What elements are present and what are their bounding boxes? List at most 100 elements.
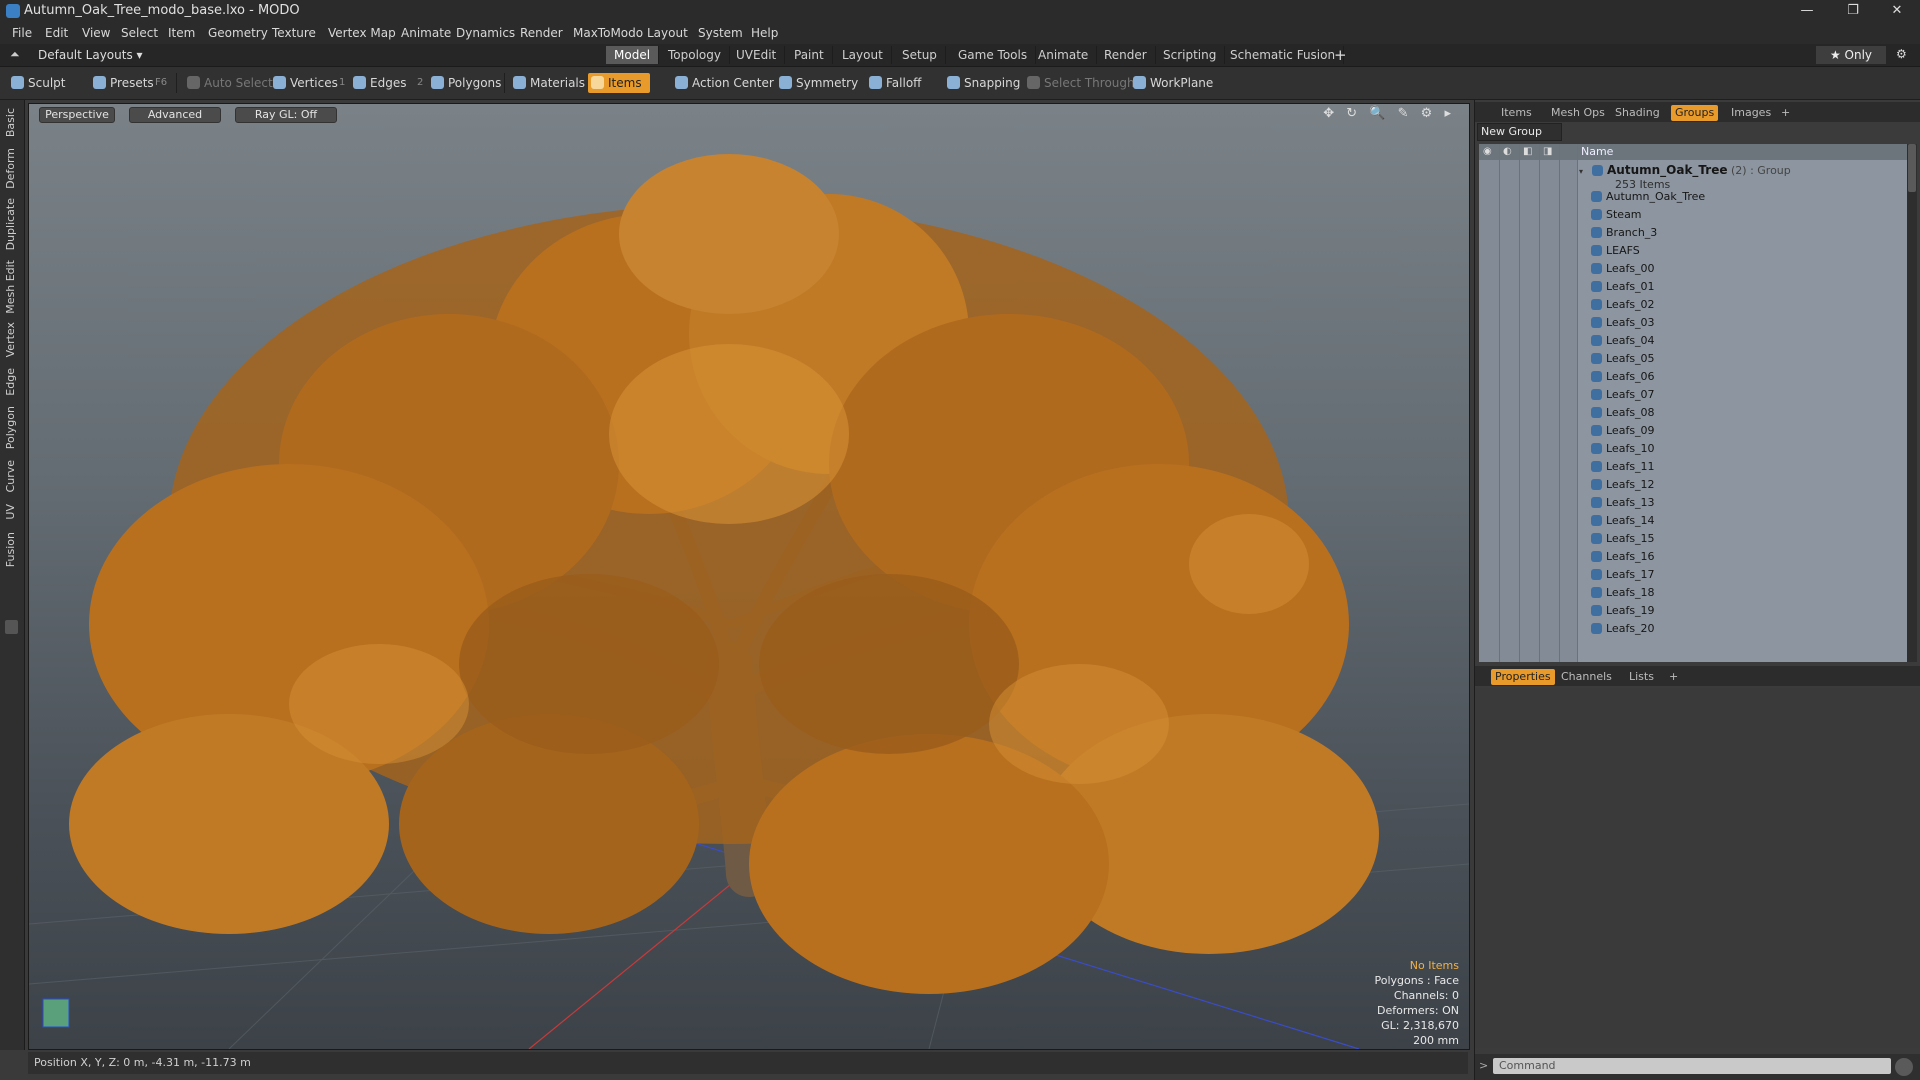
tab-shading[interactable]: Shading	[1615, 105, 1660, 121]
group-item-row[interactable]: Leafs_09	[1591, 422, 1655, 440]
side-panel-toggle[interactable]	[5, 620, 18, 634]
side-tab-deform[interactable]: Deform	[4, 148, 17, 189]
add-properties-tab-icon[interactable]: +	[1669, 669, 1678, 685]
group-item-row[interactable]: Leafs_10	[1591, 440, 1655, 458]
edges-button[interactable]: Edges	[350, 73, 406, 93]
tab-setup[interactable]: Setup	[894, 46, 946, 64]
workplane-button[interactable]: WorkPlane	[1130, 73, 1213, 93]
select-through-button[interactable]: Select Through	[1024, 73, 1135, 93]
tab-properties[interactable]: Properties	[1491, 669, 1555, 685]
side-tab-uv[interactable]: UV	[4, 504, 17, 520]
restore-button[interactable]: ❐	[1830, 0, 1876, 22]
tab-game-tools[interactable]: Game Tools	[950, 46, 1037, 64]
group-item-row[interactable]: Leafs_04	[1591, 332, 1655, 350]
tab-uvedit[interactable]: UVEdit	[728, 46, 786, 64]
tab-images[interactable]: Images	[1731, 105, 1771, 121]
layout-selector[interactable]: Default Layouts ▾	[38, 48, 143, 62]
tab-animate[interactable]: Animate	[1030, 46, 1098, 64]
tab-schematic-fusion[interactable]: Schematic Fusion	[1222, 46, 1345, 64]
tab-render[interactable]: Render	[1096, 46, 1156, 64]
menu-file[interactable]: File	[12, 26, 32, 40]
tab-paint[interactable]: Paint	[786, 46, 833, 64]
side-tab-edge[interactable]: Edge	[4, 368, 17, 396]
group-item-row[interactable]: Leafs_15	[1591, 530, 1655, 548]
side-tab-fusion[interactable]: Fusion	[4, 532, 17, 567]
tab-groups[interactable]: Groups	[1671, 105, 1719, 121]
add-tab-icon[interactable]: +	[1334, 46, 1347, 64]
shading-mode-button[interactable]: Advanced	[129, 107, 221, 123]
menu-animate[interactable]: Animate	[401, 26, 451, 40]
group-item-row[interactable]: Leafs_17	[1591, 566, 1655, 584]
menu-help[interactable]: Help	[751, 26, 778, 40]
tab-model[interactable]: Model	[606, 46, 660, 64]
sculpt-button[interactable]: Sculpt	[8, 73, 65, 93]
group-item-row[interactable]: Leafs_20	[1591, 620, 1655, 638]
side-tab-basic[interactable]: Basic	[4, 108, 17, 137]
items-button[interactable]: Items	[588, 73, 650, 93]
group-item-row[interactable]: Leafs_01	[1591, 278, 1655, 296]
raygl-button[interactable]: Ray GL: Off	[235, 107, 337, 123]
menu-texture[interactable]: Texture	[272, 26, 316, 40]
menu-vertex-map[interactable]: Vertex Map	[328, 26, 396, 40]
menu-render[interactable]: Render	[520, 26, 563, 40]
viewport-nav-icons[interactable]: ✥ ↻ 🔍 ✎ ⚙ ▸	[1323, 106, 1455, 121]
group-item-row[interactable]: Leafs_02	[1591, 296, 1655, 314]
group-item-row[interactable]: Leafs_12	[1591, 476, 1655, 494]
eye-icon[interactable]: ◉	[1483, 146, 1492, 157]
group-item-row[interactable]: Steam	[1591, 206, 1642, 224]
tab-topology[interactable]: Topology	[660, 46, 730, 64]
group-item-row[interactable]: Leafs_19	[1591, 602, 1655, 620]
group-item-row[interactable]: Leafs_07	[1591, 386, 1655, 404]
materials-button[interactable]: Materials	[510, 73, 585, 93]
group-item-row[interactable]: Leafs_05	[1591, 350, 1655, 368]
group-item-row[interactable]: Leafs_08	[1591, 404, 1655, 422]
symmetry-button[interactable]: Symmetry	[776, 73, 858, 93]
group-item-row[interactable]: LEAFS	[1591, 242, 1640, 260]
group-item-row[interactable]: Leafs_00	[1591, 260, 1655, 278]
only-toggle[interactable]: ★ Only	[1816, 46, 1886, 64]
tab-layout[interactable]: Layout	[834, 46, 892, 64]
group-item-row[interactable]: Leafs_18	[1591, 584, 1655, 602]
collapse-icon[interactable]: ▾	[1579, 163, 1586, 181]
menu-item[interactable]: Item	[168, 26, 195, 40]
group-item-row[interactable]: Leafs_03	[1591, 314, 1655, 332]
menu-layout[interactable]: Layout	[647, 26, 688, 40]
close-button[interactable]: ✕	[1874, 0, 1920, 22]
menu-view[interactable]: View	[82, 26, 110, 40]
command-input[interactable]: Command	[1493, 1058, 1891, 1074]
scrollbar-thumb[interactable]	[1908, 144, 1916, 192]
menu-dynamics[interactable]: Dynamics	[456, 26, 515, 40]
menu-select[interactable]: Select	[121, 26, 158, 40]
action-center-button[interactable]: Action Center	[672, 73, 774, 93]
select-icon[interactable]: ◨	[1543, 146, 1552, 157]
group-row[interactable]: ▾ Autumn_Oak_Tree (2) : Group	[1579, 161, 1791, 179]
groups-scrollbar[interactable]	[1907, 144, 1917, 662]
auto-select-button[interactable]: Auto Select	[184, 73, 273, 93]
render-icon[interactable]: ◧	[1523, 146, 1532, 157]
minimize-button[interactable]: —	[1784, 0, 1830, 22]
side-tab-duplicate[interactable]: Duplicate	[4, 198, 17, 250]
side-tab-polygon[interactable]: Polygon	[4, 406, 17, 449]
tab-channels[interactable]: Channels	[1561, 669, 1612, 685]
menu-geometry[interactable]: Geometry	[208, 26, 268, 40]
falloff-button[interactable]: Falloff	[866, 73, 921, 93]
gear-icon[interactable]: ⚙	[1896, 47, 1907, 61]
command-history-button[interactable]	[1895, 1058, 1913, 1076]
new-group-button[interactable]: New Group	[1477, 123, 1562, 141]
group-item-row[interactable]: Leafs_11	[1591, 458, 1655, 476]
snapping-button[interactable]: Snapping	[944, 73, 1020, 93]
side-tab-vertex[interactable]: Vertex	[4, 322, 17, 357]
3d-viewport[interactable]: Perspective Advanced Ray GL: Off ✥ ↻ 🔍 ✎…	[28, 103, 1470, 1050]
group-item-row[interactable]: Branch_3	[1591, 224, 1657, 242]
group-item-row[interactable]: Autumn_Oak_Tree	[1591, 188, 1705, 206]
tab-mesh-ops[interactable]: Mesh Ops	[1551, 105, 1605, 121]
tab-scripting[interactable]: Scripting	[1155, 46, 1226, 64]
menu-maxtomodo[interactable]: MaxToModo	[573, 26, 643, 40]
side-tab-mesh-edit[interactable]: Mesh Edit	[4, 260, 17, 314]
group-item-row[interactable]: Leafs_06	[1591, 368, 1655, 386]
group-item-row[interactable]: Leafs_16	[1591, 548, 1655, 566]
add-panel-tab-icon[interactable]: +	[1781, 105, 1790, 121]
group-item-row[interactable]: Leafs_13	[1591, 494, 1655, 512]
polygons-button[interactable]: Polygons	[428, 73, 501, 93]
presets-button[interactable]: Presets	[90, 73, 154, 93]
